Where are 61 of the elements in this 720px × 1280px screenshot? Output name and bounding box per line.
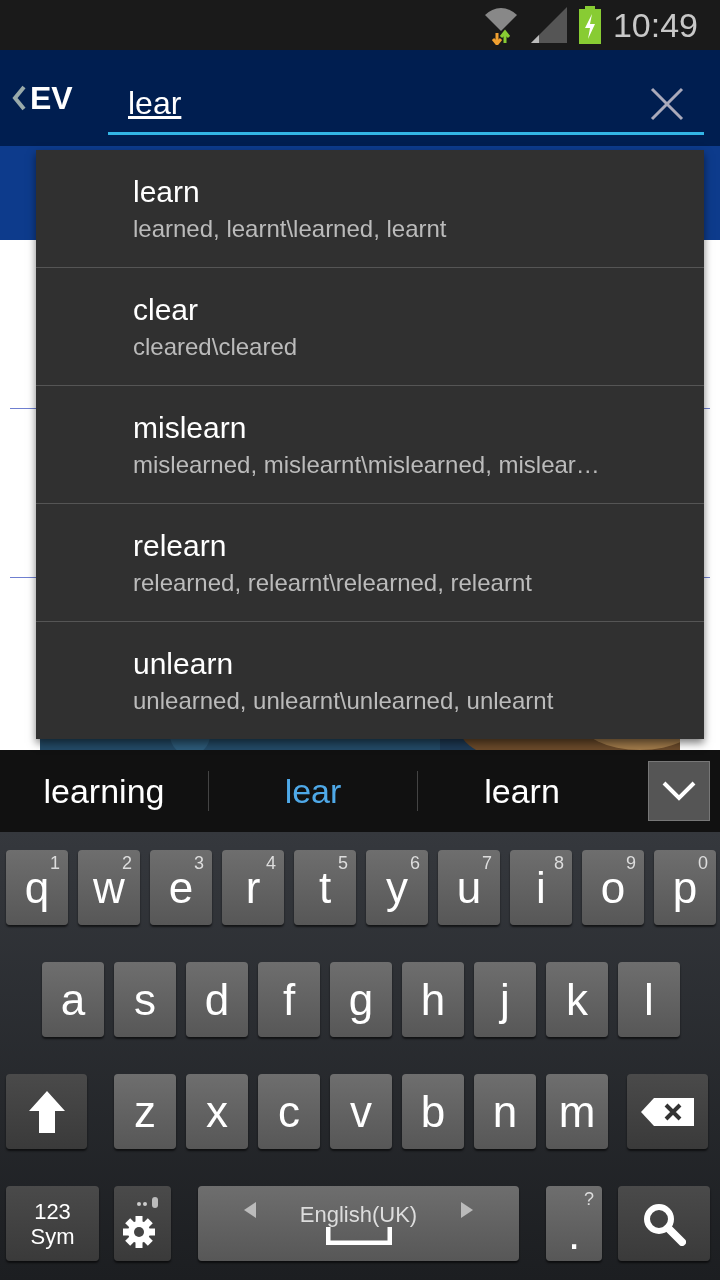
keyboard-key[interactable]: h bbox=[402, 962, 464, 1037]
space-bar-icon bbox=[325, 1227, 392, 1245]
key-hint: 2 bbox=[122, 854, 132, 872]
keyboard-key[interactable]: k bbox=[546, 962, 608, 1037]
back-icon bbox=[12, 85, 26, 111]
search-key[interactable] bbox=[618, 1186, 710, 1261]
key-hint: 7 bbox=[482, 854, 492, 872]
period-key[interactable]: ? . bbox=[546, 1186, 602, 1261]
keyboard-key[interactable]: a bbox=[42, 962, 104, 1037]
suggestion-word[interactable]: relearn bbox=[133, 528, 704, 563]
keyboard-key[interactable]: g bbox=[330, 962, 392, 1037]
suggestion-word[interactable]: learn bbox=[133, 174, 704, 209]
space-key[interactable]: English(UK) bbox=[198, 1186, 519, 1261]
suggestion-forms: mislearned, mislearnt\mislearned, mislear… bbox=[133, 450, 601, 479]
keyboard-key[interactable]: n bbox=[474, 1074, 536, 1149]
candidate-word[interactable]: learning bbox=[0, 771, 208, 811]
backspace-icon bbox=[639, 1096, 696, 1127]
signal-icon bbox=[530, 7, 567, 43]
app-logo[interactable]: EV bbox=[4, 79, 108, 117]
shift-key[interactable] bbox=[6, 1074, 87, 1149]
keyboard-key[interactable]: l bbox=[618, 962, 680, 1037]
suggestion-word[interactable]: mislearn bbox=[133, 410, 704, 445]
keyboard-key[interactable]: f bbox=[258, 962, 320, 1037]
keyboard-key[interactable]: d bbox=[186, 962, 248, 1037]
clock-time: 10:49 bbox=[612, 5, 698, 45]
arrow-left-icon bbox=[244, 1202, 256, 1218]
battery-icon bbox=[578, 6, 601, 44]
search-field[interactable]: lear bbox=[108, 75, 704, 135]
keyboard-key[interactable]: c bbox=[258, 1074, 320, 1149]
keyboard-key[interactable]: z bbox=[114, 1074, 176, 1149]
key-hint: ? bbox=[584, 1190, 594, 1208]
key-hint: 0 bbox=[698, 854, 708, 872]
suggestion-word[interactable]: clear bbox=[133, 292, 704, 327]
key-hint: 5 bbox=[338, 854, 348, 872]
arrow-right-icon bbox=[461, 1202, 473, 1218]
settings-key[interactable] bbox=[114, 1186, 171, 1261]
suggestion-forms: learned, learnt\learned, learnt bbox=[133, 214, 448, 243]
suggestion-forms: cleared\cleared bbox=[133, 332, 299, 361]
key-hint: 6 bbox=[410, 854, 420, 872]
keyboard-key[interactable]: v bbox=[330, 1074, 392, 1149]
key-hint: 1 bbox=[50, 854, 60, 872]
chevron-down-icon bbox=[662, 781, 696, 801]
backspace-key[interactable] bbox=[627, 1074, 708, 1149]
key-hint: 3 bbox=[194, 854, 204, 872]
candidate-word[interactable]: learn bbox=[418, 771, 626, 811]
suggestion-forms: relearned, relearnt\relearned, relearnt bbox=[133, 568, 533, 597]
suggestion-forms: unlearned, unlearnt\unlearned, unlearnt bbox=[133, 686, 555, 715]
keyboard-key[interactable]: s bbox=[114, 962, 176, 1037]
keyboard-key[interactable]: b bbox=[402, 1074, 464, 1149]
keyboard-key[interactable]: x bbox=[186, 1074, 248, 1149]
key-hint: 8 bbox=[554, 854, 564, 872]
keyboard-key[interactable]: j bbox=[474, 962, 536, 1037]
key-hint: 4 bbox=[266, 854, 276, 872]
symbols-key[interactable]: 123 Sym bbox=[6, 1186, 99, 1261]
search-icon bbox=[642, 1201, 686, 1246]
candidate-word[interactable]: lear bbox=[209, 771, 417, 811]
keyboard-key[interactable]: m bbox=[546, 1074, 608, 1149]
key-hint: 9 bbox=[626, 854, 636, 872]
collapse-button[interactable] bbox=[648, 761, 710, 821]
close-icon bbox=[650, 86, 684, 121]
suggestion-word[interactable]: unlearn bbox=[133, 646, 704, 681]
